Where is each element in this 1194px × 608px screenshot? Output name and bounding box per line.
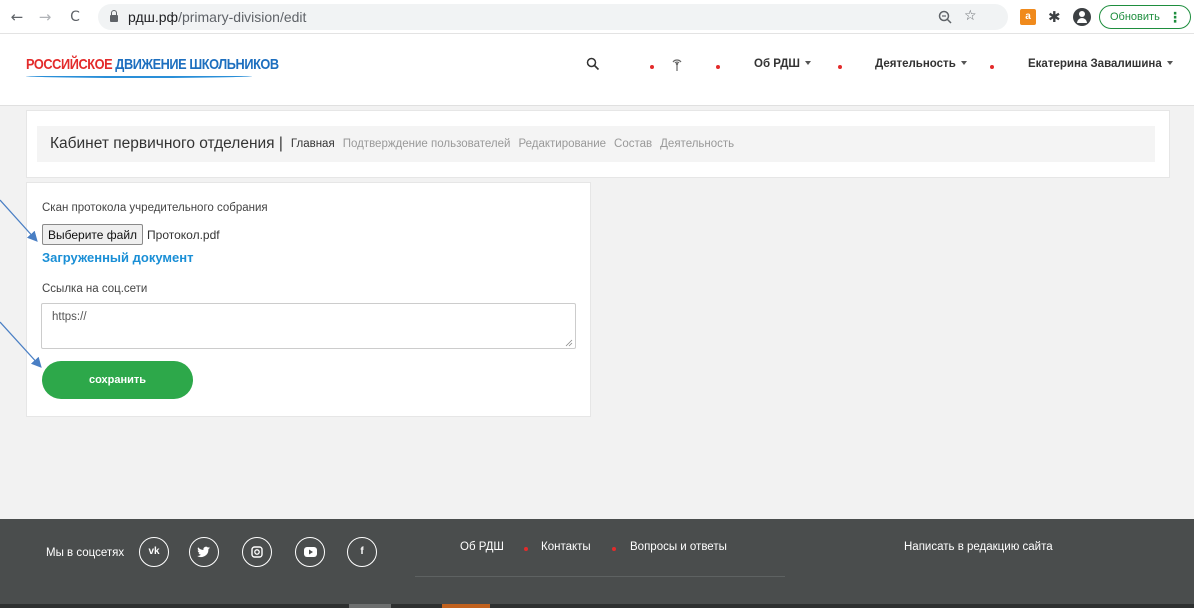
social-link-field[interactable]: https:// <box>41 303 576 349</box>
forward-arrow-icon[interactable]: → <box>34 8 56 26</box>
facebook-icon[interactable]: f <box>347 537 377 567</box>
broadcast-icon[interactable] <box>670 56 684 72</box>
social-label: Ссылка на соц.сети <box>42 283 148 295</box>
tab-members[interactable]: Состав <box>614 138 652 150</box>
tab-main[interactable]: Главная <box>291 138 335 150</box>
vk-icon[interactable]: vk <box>139 537 169 567</box>
logo-text-1: РОССИЙСКОЕ <box>26 56 113 73</box>
caret-down-icon <box>804 60 811 65</box>
search-icon[interactable] <box>586 57 600 71</box>
uploaded-document-link[interactable]: Загруженный документ <box>42 250 193 265</box>
separator-dot <box>716 65 720 69</box>
save-button[interactable]: сохранить <box>42 361 193 399</box>
resize-grip-icon[interactable] <box>565 339 573 347</box>
menu-activity[interactable]: Деятельность <box>875 58 967 70</box>
youtube-icon[interactable] <box>295 537 325 567</box>
footer-write-link[interactable]: Написать в редакцию сайта <box>904 541 1053 553</box>
back-arrow-icon[interactable]: ← <box>6 8 28 26</box>
site-footer: Мы в соцсетях vk f Об РДШ Контакты Вопро… <box>0 519 1194 608</box>
caret-down-icon <box>960 60 967 65</box>
url-path: /primary-division/edit <box>178 8 307 25</box>
footer-bottom-strip <box>0 604 1194 608</box>
url-host: рдш.рф <box>128 8 179 25</box>
puzzle-icon[interactable]: ✱ <box>1048 8 1061 26</box>
zoom-icon[interactable] <box>938 10 952 24</box>
footer-link-faq[interactable]: Вопросы и ответы <box>630 541 727 553</box>
separator-dot <box>990 65 994 69</box>
tab-user-confirmation[interactable]: Подтверждение пользователей <box>343 138 511 150</box>
star-icon[interactable]: ☆ <box>964 8 977 24</box>
file-input[interactable]: Выберите файл Протокол.pdf <box>42 224 220 245</box>
caret-down-icon <box>1166 60 1173 65</box>
site-header: РОССИЙСКОЕ ДВИЖЕНИЕ ШКОЛЬНИКОВ Об РДШ Де… <box>0 34 1194 106</box>
menu-user[interactable]: Екатерина Завалишина <box>1028 58 1173 70</box>
file-name: Протокол.pdf <box>147 227 220 242</box>
menu-about-label: Об РДШ <box>754 58 800 70</box>
update-button[interactable]: Обновить ⋮ <box>1099 5 1191 29</box>
extension-icon[interactable]: a <box>1020 8 1036 25</box>
edit-form: Скан протокола учредительного собрания В… <box>26 182 591 417</box>
logo-swoosh <box>26 74 252 78</box>
cabinet-card: Кабинет первичного отделения | Главная П… <box>26 110 1170 178</box>
browser-toolbar: ← → C рдш.рф/primary-division/edit ☆ a ✱… <box>0 0 1194 34</box>
menu-about[interactable]: Об РДШ <box>754 58 811 70</box>
cabinet-title: Кабинет первичного отделения | <box>50 135 283 152</box>
tab-activity[interactable]: Деятельность <box>660 138 734 150</box>
social-title: Мы в соцсетях <box>46 547 125 559</box>
separator-dot <box>524 547 528 551</box>
profile-icon[interactable] <box>1072 7 1091 26</box>
reload-icon[interactable]: C <box>64 9 86 25</box>
logo-text-2: ДВИЖЕНИЕ ШКОЛЬНИКОВ <box>115 56 279 73</box>
instagram-icon[interactable] <box>242 537 272 567</box>
tab-editing[interactable]: Редактирование <box>518 138 606 150</box>
footer-divider <box>415 576 785 577</box>
cabinet-nav: Кабинет первичного отделения | Главная П… <box>37 126 1155 162</box>
twitter-icon[interactable] <box>189 537 219 567</box>
footer-strip-segment <box>442 604 490 608</box>
footer-link-about[interactable]: Об РДШ <box>460 541 504 553</box>
user-name: Екатерина Завалишина <box>1028 58 1162 70</box>
more-vert-icon[interactable]: ⋮ <box>1168 9 1182 26</box>
lock-icon[interactable] <box>110 10 118 22</box>
separator-dot <box>612 547 616 551</box>
address-bar[interactable]: рдш.рф/primary-division/edit ☆ <box>98 3 1008 30</box>
separator-dot <box>650 65 654 69</box>
site-logo[interactable]: РОССИЙСКОЕ ДВИЖЕНИЕ ШКОЛЬНИКОВ <box>26 56 279 73</box>
choose-file-button[interactable]: Выберите файл <box>42 224 144 245</box>
update-label: Обновить <box>1110 11 1160 23</box>
menu-activity-label: Деятельность <box>875 58 956 70</box>
footer-link-contacts[interactable]: Контакты <box>541 541 591 553</box>
separator-dot <box>838 65 842 69</box>
footer-strip-segment <box>349 604 391 608</box>
scan-label: Скан протокола учредительного собрания <box>42 202 268 214</box>
